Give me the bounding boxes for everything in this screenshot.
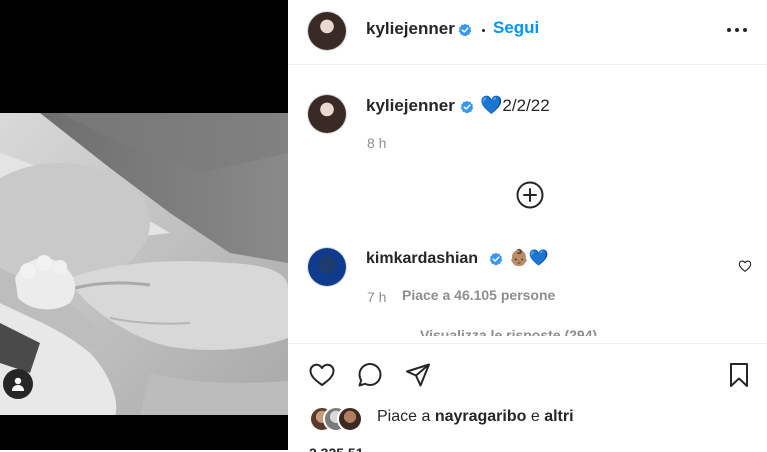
comment-timestamp[interactable]: 7 h: [367, 289, 386, 305]
view-replies-link[interactable]: Visualizza le risposte (294): [420, 325, 597, 336]
more-horizontal-icon[interactable]: [725, 22, 749, 38]
caption-username[interactable]: kyliejenner: [366, 96, 455, 116]
author-avatar[interactable]: [308, 12, 346, 50]
heart-icon[interactable]: [308, 361, 336, 389]
post-photo: [0, 113, 288, 415]
post-media[interactable]: [0, 0, 288, 450]
paper-plane-icon[interactable]: [404, 361, 432, 389]
commenter-username[interactable]: kimkardashian: [366, 250, 478, 268]
author-username[interactable]: kyliejenner: [366, 19, 455, 39]
likes-count[interactable]: 2.325.51...: [309, 446, 375, 452]
verified-badge-icon: [458, 23, 472, 37]
caption-date-text: 2/2/22: [502, 96, 550, 115]
commenter-avatar[interactable]: [308, 248, 346, 286]
verified-badge-icon: [489, 252, 503, 266]
liked-by-others[interactable]: altri: [544, 408, 573, 425]
liked-by-user[interactable]: nayragaribo: [435, 408, 527, 425]
caption-text: 💙2/2/22: [480, 95, 550, 116]
blue-heart-emoji: 💙: [480, 95, 503, 115]
liked-by-connector: e: [526, 408, 545, 425]
header-dot-separator: [482, 29, 485, 32]
caption-timestamp[interactable]: 8 h: [367, 135, 386, 151]
verified-badge-icon: [460, 100, 474, 114]
post-actions-section: Piace a nayragaribo e altri 2.325.51...: [288, 343, 767, 452]
liked-by-text: Piace a nayragaribo e altri: [377, 408, 574, 426]
bookmark-icon[interactable]: [725, 361, 753, 389]
user-tag-button[interactable]: [3, 369, 33, 399]
liker-avatar: [337, 406, 363, 432]
caption-author-avatar[interactable]: [308, 95, 346, 133]
plus-circle-icon[interactable]: [516, 181, 544, 209]
liked-by-prefix: Piace a: [377, 408, 435, 425]
heart-icon[interactable]: [738, 259, 752, 273]
comment-bubble-icon[interactable]: [356, 361, 384, 389]
comment-text: 👶🏽💙: [509, 250, 549, 267]
user-tag-icon: [12, 377, 24, 391]
follow-button[interactable]: Segui: [493, 18, 539, 38]
post-header: kyliejenner Segui: [288, 0, 767, 65]
comment-likes-link[interactable]: Piace a 46.105 persone: [402, 287, 555, 303]
post-details-panel: kyliejenner Segui kyliejenner 💙2/2/22 8 …: [288, 0, 767, 452]
